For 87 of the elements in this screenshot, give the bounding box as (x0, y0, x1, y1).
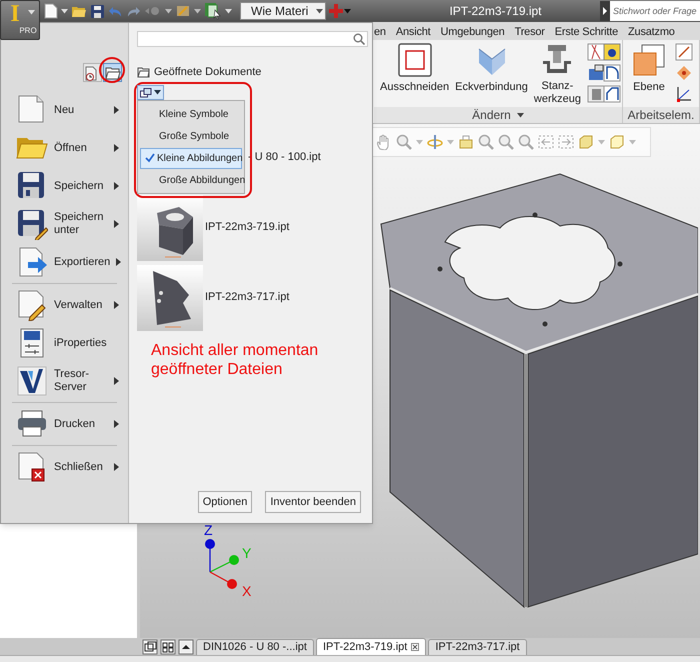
view-option[interactable]: Kleine Abbildungen (140, 148, 242, 168)
menu-search-field[interactable] (137, 31, 368, 47)
document-link[interactable]: IPT-22m3-719.ipt (205, 219, 290, 236)
ribbon-tab[interactable]: Erste Schritte (554, 24, 618, 40)
view-toggle-button[interactable] (103, 63, 122, 82)
panel-title: Arbeitselem. (623, 107, 699, 123)
menu-command[interactable]: Exportieren (4, 243, 125, 281)
ribbon-tab[interactable]: en (374, 24, 386, 40)
folder-icon (137, 66, 150, 78)
ribbon-tab[interactable]: Tresor (514, 24, 545, 40)
caret-icon (598, 140, 605, 144)
view-dropdown-button[interactable] (137, 85, 164, 100)
menu-command[interactable]: Öffnen (4, 129, 125, 167)
caret-icon (316, 8, 323, 14)
scroll-up-icon[interactable] (178, 639, 194, 655)
cut-icon (398, 43, 432, 77)
caret-icon (28, 10, 35, 15)
rip-icon[interactable] (586, 85, 605, 103)
windows-icon (140, 88, 152, 98)
tile-windows-icon[interactable] (160, 639, 176, 655)
cube-icon[interactable] (602, 43, 621, 61)
save-as-icon (16, 208, 48, 240)
annotation-text: Ansicht aller momentan geöffneter Dateien (151, 340, 320, 378)
caret-icon (61, 8, 68, 14)
view-option[interactable]: Große Symbole (140, 126, 242, 146)
ribbon-tool-button[interactable]: Eckverbindung (455, 43, 528, 94)
vault-server-icon (16, 365, 48, 397)
update-icon[interactable] (175, 3, 191, 19)
application-button[interactable]: I PRO (0, 0, 40, 40)
search-icon (353, 33, 365, 45)
help-search-field[interactable]: Stichwort oder Frage (610, 1, 700, 21)
menu-button[interactable]: Optionen (198, 491, 252, 513)
ribbon-tool-button[interactable]: Ebene (629, 43, 669, 94)
close-icon[interactable] (411, 643, 420, 651)
menu-command[interactable]: Tresor-Server (4, 362, 125, 400)
window-title: IPT-22m3-719.ipt (448, 3, 543, 20)
orbit-icon[interactable] (427, 134, 443, 150)
menu-command[interactable]: iProperties (4, 324, 125, 362)
ribbon-tab[interactable]: Ansicht (396, 24, 431, 40)
caret-icon (629, 140, 636, 144)
section-title: Geöffnete Dokumente (154, 65, 262, 80)
ribbon-tool-button[interactable]: Stanz-werkzeug (534, 43, 581, 106)
select-icon[interactable] (204, 2, 222, 20)
caret-icon (225, 8, 232, 14)
point-icon[interactable] (675, 64, 693, 82)
menu-command[interactable]: Verwalten (4, 286, 125, 324)
caret-icon (447, 140, 454, 144)
caret-icon (154, 90, 161, 95)
view-toggle-button[interactable] (83, 63, 102, 82)
ribbon-tool-button[interactable]: Ausschneiden (380, 43, 450, 94)
menu-command[interactable]: Drucken (4, 405, 125, 443)
flange-icon[interactable] (586, 64, 605, 82)
view-option[interactable]: Große Abbildungen (140, 170, 242, 190)
document-link[interactable]: IPT-22m3-717.ipt (205, 289, 290, 306)
caret-icon (194, 8, 201, 14)
caret-icon (344, 8, 351, 14)
caret-icon (165, 8, 172, 14)
document-tab[interactable]: IPT-22m3-719.ipt (316, 638, 426, 655)
redo-icon[interactable] (126, 4, 141, 18)
checkmark-icon (145, 153, 155, 163)
axis-label: X (242, 583, 252, 599)
document-tab[interactable]: IPT-22m3-717.ipt (428, 639, 527, 655)
open-folder-icon[interactable] (71, 4, 87, 18)
cascade-windows-icon[interactable] (142, 639, 158, 655)
ribbon-tab[interactable]: Umgebungen (440, 24, 505, 40)
menu-command[interactable]: Neu (4, 91, 125, 129)
menu-command[interactable]: Speichern unter (4, 205, 125, 243)
document-tab[interactable]: DIN1026 - U 80 -...ipt (196, 639, 314, 655)
menu-button[interactable]: Inventor beenden (265, 491, 361, 513)
save-icon[interactable] (90, 4, 105, 18)
caret-icon (416, 140, 423, 144)
axis-icon[interactable] (675, 43, 693, 61)
view-option[interactable]: Kleine Symbole (140, 104, 242, 124)
ribbon-tab[interactable]: Zusatzmo (628, 24, 675, 40)
ucs-icon[interactable] (675, 85, 693, 103)
plane-icon (632, 43, 666, 77)
axis-label: Y (242, 545, 252, 561)
material-dropdown[interactable]: Wie Materi (240, 2, 326, 20)
menu-command[interactable]: Speichern (4, 167, 125, 205)
manage-icon (16, 289, 48, 321)
axis-label: Z (204, 524, 213, 538)
menu-command[interactable]: Schließen (4, 448, 125, 486)
chamfer-icon[interactable] (602, 85, 621, 103)
fillet-icon[interactable] (602, 64, 621, 82)
panel-title[interactable]: Ändern (374, 107, 622, 123)
new-file-icon[interactable] (44, 3, 58, 19)
hatch-icon[interactable] (586, 43, 605, 61)
